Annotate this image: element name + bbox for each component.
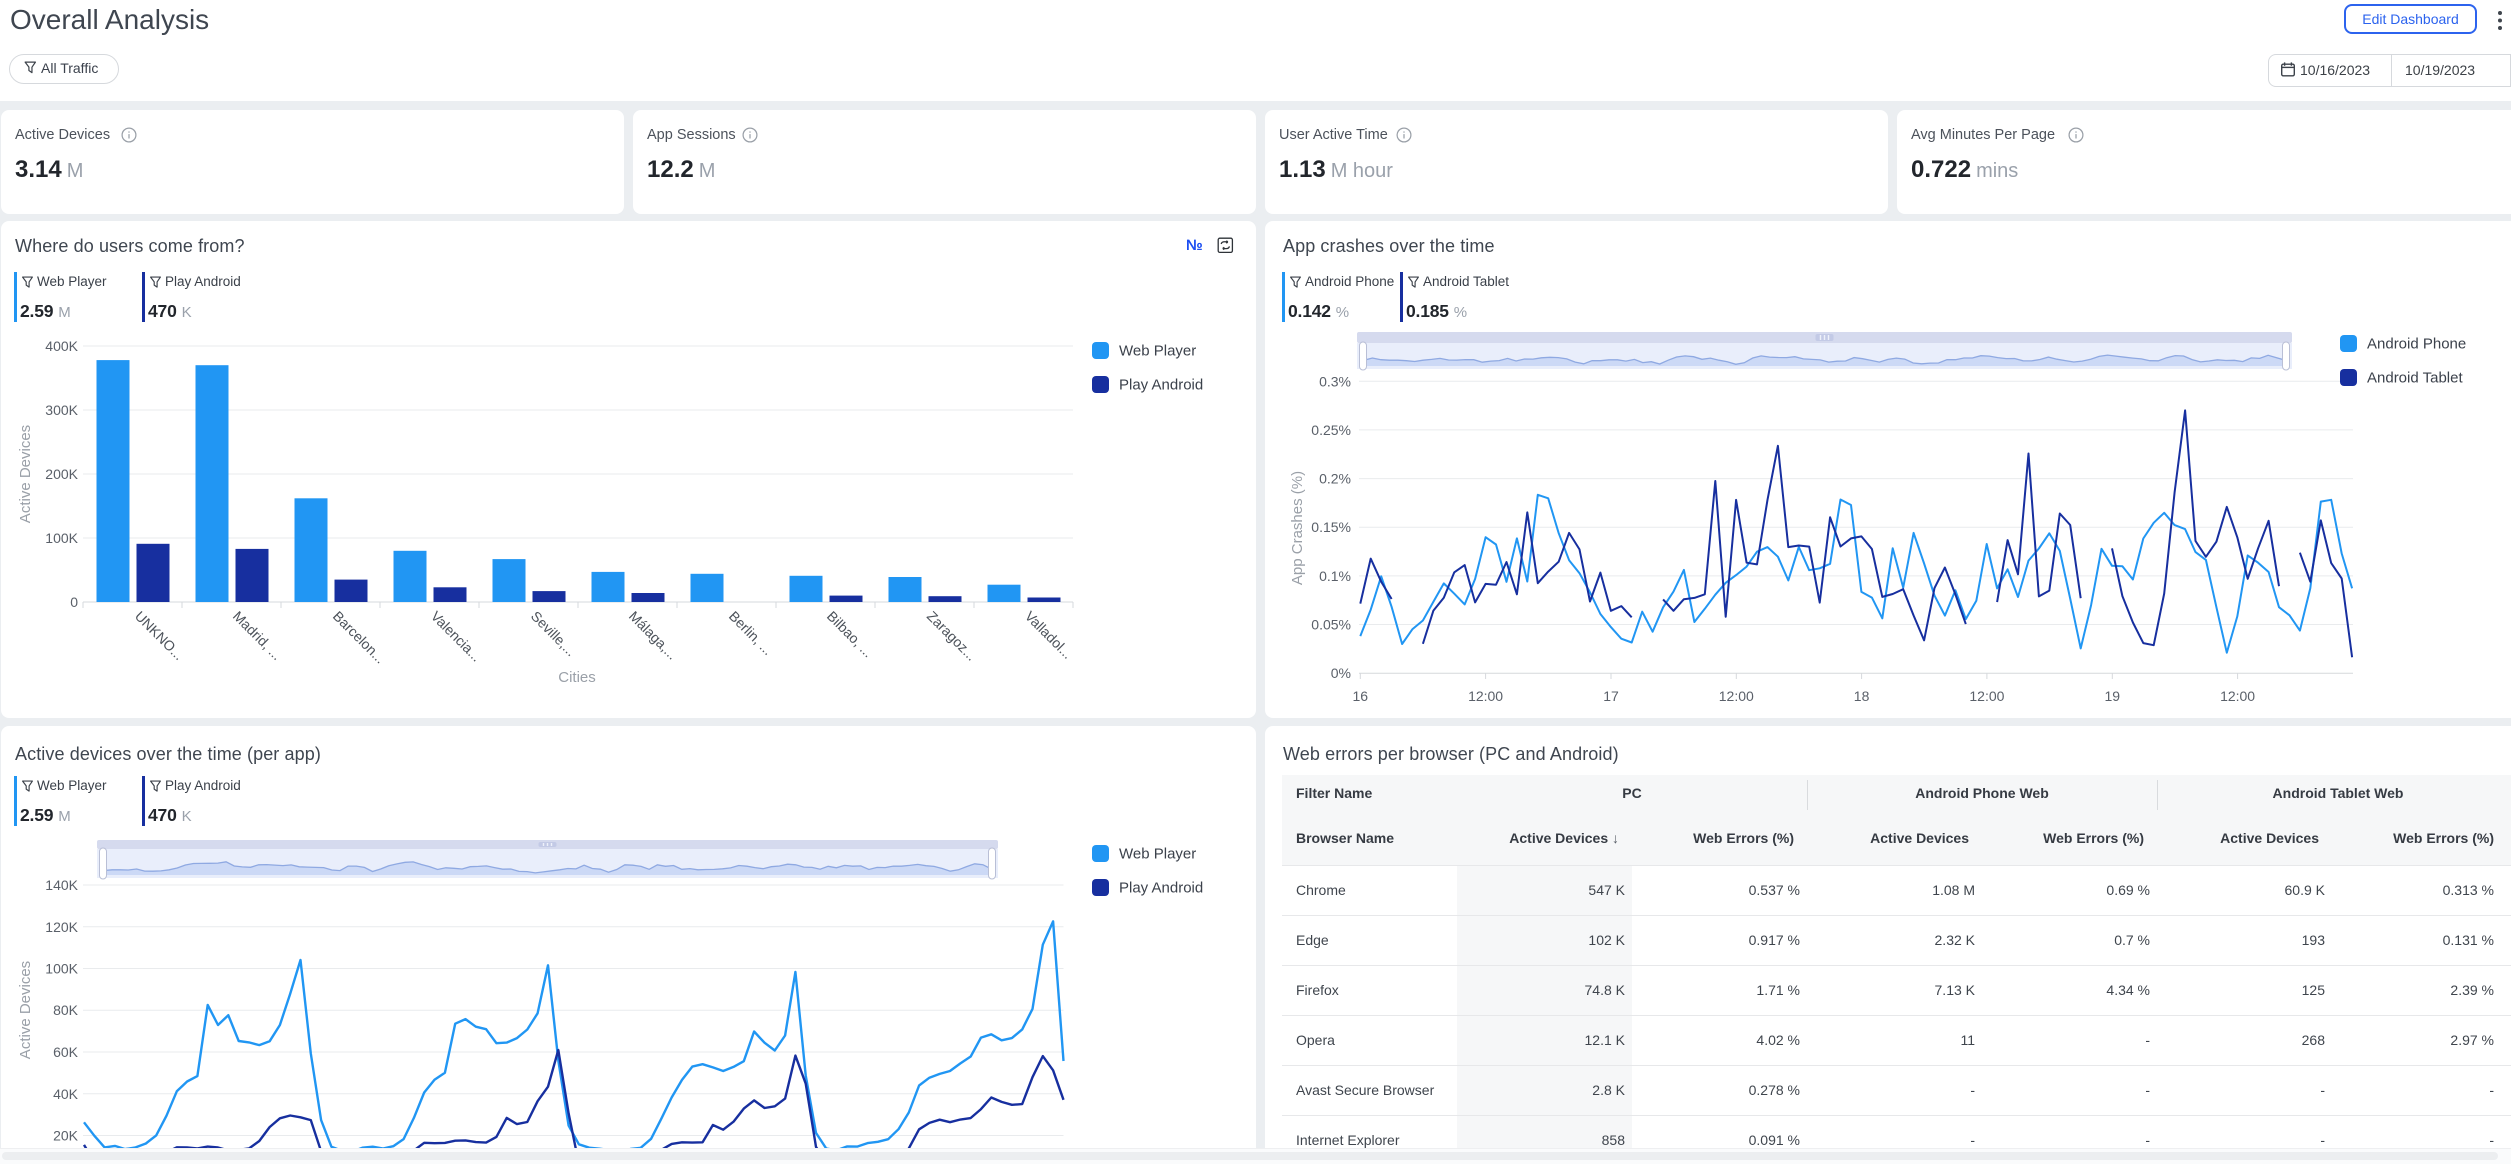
svg-text:140K: 140K	[45, 877, 78, 893]
svg-text:16: 16	[1353, 688, 1369, 704]
svg-text:12:00: 12:00	[1969, 688, 2004, 704]
svg-text:60K: 60K	[53, 1044, 79, 1060]
svg-text:Valencia...: Valencia...	[428, 608, 485, 665]
svg-text:0.1%: 0.1%	[1319, 568, 1351, 584]
svg-text:17: 17	[1603, 688, 1619, 704]
svg-text:0.05%: 0.05%	[1311, 617, 1351, 633]
svg-text:Valladol...: Valladol...	[1022, 608, 1076, 662]
svg-text:Madrid, ...: Madrid, ...	[230, 608, 285, 663]
svg-text:12:00: 12:00	[1468, 688, 1503, 704]
svg-text:Web Player: Web Player	[1119, 846, 1196, 863]
svg-text:80K: 80K	[53, 1002, 79, 1018]
svg-text:40K: 40K	[53, 1086, 79, 1102]
svg-text:Zaragoz...: Zaragoz...	[924, 608, 980, 664]
svg-text:Web Player: Web Player	[1119, 343, 1196, 360]
svg-text:12:00: 12:00	[1719, 688, 1754, 704]
svg-text:App Crashes (%): App Crashes (%)	[1289, 471, 1306, 585]
svg-text:Cities: Cities	[558, 669, 596, 686]
svg-text:20K: 20K	[53, 1128, 79, 1144]
svg-text:0.15%: 0.15%	[1311, 519, 1351, 535]
svg-text:Play Android: Play Android	[1119, 377, 1203, 394]
svg-text:Play Android: Play Android	[1119, 880, 1203, 897]
svg-text:Seville,...: Seville,...	[528, 608, 579, 659]
svg-text:Android Tablet: Android Tablet	[2367, 370, 2463, 387]
svg-text:Berlin, ...: Berlin, ...	[726, 608, 776, 658]
svg-text:300K: 300K	[45, 402, 78, 418]
svg-text:0.25%: 0.25%	[1311, 422, 1351, 438]
svg-text:200K: 200K	[45, 466, 78, 482]
svg-text:Málaga,...: Málaga,...	[626, 608, 681, 663]
svg-text:0.3%: 0.3%	[1319, 373, 1351, 389]
svg-text:Android Phone: Android Phone	[2367, 336, 2466, 353]
svg-text:120K: 120K	[45, 919, 78, 935]
svg-text:0%: 0%	[1331, 665, 1351, 681]
svg-text:0: 0	[70, 594, 78, 610]
svg-text:0.2%: 0.2%	[1319, 471, 1351, 487]
svg-text:Barcelon...: Barcelon...	[330, 608, 389, 667]
svg-text:100K: 100K	[45, 530, 78, 546]
svg-text:100K: 100K	[45, 961, 78, 977]
svg-text:UNKNO...: UNKNO...	[132, 608, 187, 663]
svg-text:12:00: 12:00	[2220, 688, 2255, 704]
svg-text:400K: 400K	[45, 338, 78, 354]
svg-text:19: 19	[2105, 688, 2121, 704]
svg-text:Bilbao, ...: Bilbao, ...	[824, 608, 877, 661]
svg-text:18: 18	[1854, 688, 1870, 704]
svg-text:Active Devices: Active Devices	[17, 425, 34, 523]
svg-text:Active Devices: Active Devices	[17, 961, 34, 1059]
